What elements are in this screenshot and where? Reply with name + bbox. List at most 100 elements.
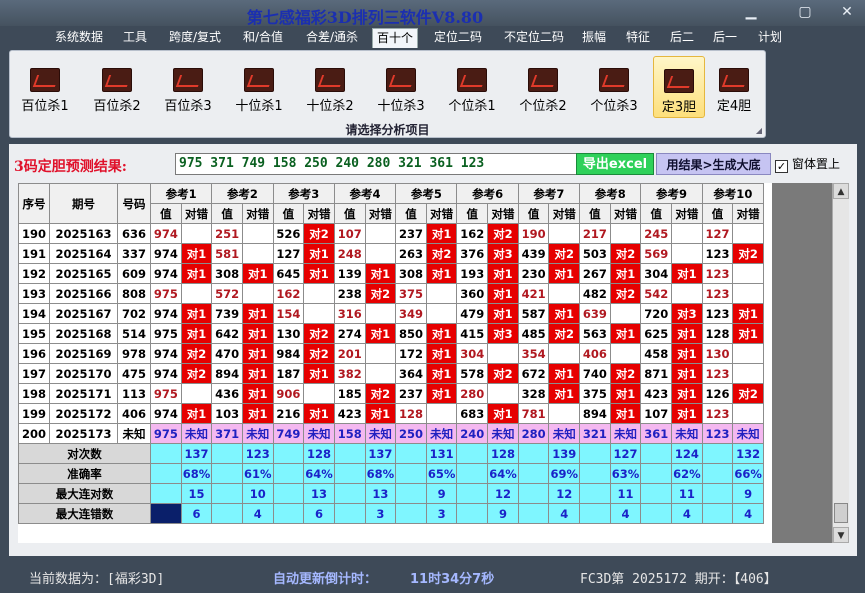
pending-result[interactable]: 未知 bbox=[732, 423, 764, 444]
cell-result[interactable] bbox=[364, 303, 397, 324]
stats-value[interactable]: 139 bbox=[548, 443, 581, 464]
pending-value[interactable]: 280 bbox=[517, 423, 550, 444]
cell-value[interactable]: 245 bbox=[640, 223, 673, 244]
pending-value[interactable]: 361 bbox=[640, 423, 673, 444]
cell-result[interactable]: 对1 bbox=[180, 243, 213, 264]
minimize-button[interactable]: ▁ bbox=[738, 3, 764, 21]
cell-value[interactable]: 984 bbox=[272, 343, 305, 364]
cell-result[interactable]: 对1 bbox=[671, 383, 703, 404]
stats-spacer[interactable] bbox=[517, 503, 550, 524]
stats-value[interactable]: 12 bbox=[487, 483, 519, 504]
pending-value[interactable]: 158 bbox=[333, 423, 366, 444]
cell-value[interactable]: 974 bbox=[150, 363, 182, 384]
cell-value[interactable]: 107 bbox=[333, 223, 366, 244]
ribbon-button-7[interactable]: 个位杀2 bbox=[511, 56, 575, 118]
cell-value[interactable]: 154 bbox=[272, 303, 305, 324]
cell-value[interactable]: 237 bbox=[395, 383, 427, 404]
cell-value[interactable]: 201 bbox=[333, 343, 366, 364]
cell-result[interactable]: 对2 bbox=[487, 363, 519, 384]
col-header-group[interactable]: 参考9 bbox=[640, 183, 703, 204]
row-index[interactable]: 200 bbox=[18, 423, 50, 444]
cell-result[interactable] bbox=[732, 363, 764, 384]
cell-value[interactable]: 639 bbox=[579, 303, 611, 324]
cell-value[interactable]: 421 bbox=[517, 283, 550, 304]
cell-value[interactable]: 304 bbox=[456, 343, 489, 364]
cell-result[interactable]: 对2 bbox=[364, 283, 397, 304]
stats-spacer[interactable] bbox=[517, 443, 550, 464]
cell-result[interactable]: 对2 bbox=[609, 363, 642, 384]
menu-item-5[interactable]: 百十个 bbox=[372, 28, 418, 48]
subheader-result[interactable]: 对错 bbox=[487, 203, 519, 224]
cell-value[interactable]: 526 bbox=[272, 223, 305, 244]
subheader-value[interactable]: 值 bbox=[456, 203, 489, 224]
stats-spacer[interactable] bbox=[333, 483, 366, 504]
row-number[interactable]: 未知 bbox=[117, 423, 151, 444]
stats-spacer[interactable] bbox=[272, 463, 305, 484]
pending-value[interactable]: 250 bbox=[395, 423, 427, 444]
vertical-scrollbar[interactable]: ▲ ▼ bbox=[832, 183, 849, 543]
cell-result[interactable]: 对1 bbox=[180, 323, 213, 344]
stats-spacer[interactable] bbox=[579, 463, 611, 484]
cell-result[interactable] bbox=[732, 283, 764, 304]
cell-value[interactable]: 974 bbox=[150, 403, 182, 424]
pending-result[interactable]: 未知 bbox=[548, 423, 581, 444]
cell-value[interactable]: 587 bbox=[517, 303, 550, 324]
stats-row[interactable]: 最大连对数 15 10 13 13 9 12 12 11 11 9 bbox=[18, 483, 764, 504]
data-grid[interactable]: 序号 期号 号码 参考1 参考2 参考3 参考4 参考5 参考6 参考7 参考8 参考9 参考10 值对错… bbox=[18, 183, 833, 543]
cell-result[interactable] bbox=[671, 283, 703, 304]
stats-spacer[interactable] bbox=[640, 463, 673, 484]
cell-result[interactable]: 对2 bbox=[732, 383, 764, 404]
cell-value[interactable]: 237 bbox=[395, 223, 427, 244]
cell-result[interactable]: 对1 bbox=[364, 323, 397, 344]
row-period[interactable]: 2025163 bbox=[49, 223, 118, 244]
row-number[interactable]: 702 bbox=[117, 303, 151, 324]
subheader-value[interactable]: 值 bbox=[517, 203, 550, 224]
cell-result[interactable]: 对2 bbox=[303, 223, 335, 244]
stats-value[interactable]: 9 bbox=[487, 503, 519, 524]
cell-result[interactable] bbox=[180, 223, 213, 244]
menu-item-4[interactable]: 合差/通杀 bbox=[298, 28, 366, 48]
row-period[interactable]: 2025173 bbox=[49, 423, 118, 444]
stats-spacer[interactable] bbox=[395, 443, 427, 464]
cell-result[interactable]: 对1 bbox=[671, 263, 703, 284]
cell-value[interactable]: 123 bbox=[701, 243, 734, 264]
stats-spacer[interactable] bbox=[701, 443, 734, 464]
row-period[interactable]: 2025166 bbox=[49, 283, 118, 304]
row-index[interactable]: 192 bbox=[18, 263, 50, 284]
cell-result[interactable]: 对3 bbox=[671, 303, 703, 324]
cell-value[interactable]: 304 bbox=[640, 263, 673, 284]
cell-result[interactable]: 对1 bbox=[671, 343, 703, 364]
cell-value[interactable]: 479 bbox=[456, 303, 489, 324]
cell-value[interactable]: 871 bbox=[640, 363, 673, 384]
stats-spacer[interactable] bbox=[456, 503, 489, 524]
cell-value[interactable]: 850 bbox=[395, 323, 427, 344]
cell-value[interactable]: 974 bbox=[150, 243, 182, 264]
pending-value[interactable]: 321 bbox=[579, 423, 611, 444]
cell-result[interactable]: 对1 bbox=[487, 403, 519, 424]
row-index[interactable]: 191 bbox=[18, 243, 50, 264]
cell-result[interactable] bbox=[548, 343, 581, 364]
cell-value[interactable]: 740 bbox=[579, 363, 611, 384]
pending-value[interactable]: 123 bbox=[701, 423, 734, 444]
cell-result[interactable]: 对1 bbox=[609, 403, 642, 424]
stats-spacer[interactable] bbox=[211, 443, 243, 464]
cell-result[interactable]: 对1 bbox=[548, 363, 581, 384]
row-index[interactable]: 194 bbox=[18, 303, 50, 324]
row-index[interactable]: 197 bbox=[18, 363, 50, 384]
cell-result[interactable]: 对1 bbox=[303, 263, 335, 284]
ribbon-button-9[interactable]: 定3胆 bbox=[653, 56, 705, 118]
stats-spacer[interactable] bbox=[211, 503, 243, 524]
ribbon-button-6[interactable]: 个位杀1 bbox=[440, 56, 504, 118]
cell-result[interactable] bbox=[732, 403, 764, 424]
cell-value[interactable]: 581 bbox=[211, 243, 243, 264]
cell-value[interactable]: 360 bbox=[456, 283, 489, 304]
cell-value[interactable]: 415 bbox=[456, 323, 489, 344]
cell-result[interactable] bbox=[671, 243, 703, 264]
cell-result[interactable] bbox=[303, 283, 335, 304]
stats-spacer[interactable] bbox=[701, 483, 734, 504]
cell-result[interactable]: 对1 bbox=[671, 363, 703, 384]
col-header-period[interactable]: 期号 bbox=[49, 183, 118, 224]
cell-value[interactable]: 974 bbox=[150, 263, 182, 284]
stats-value[interactable]: 124 bbox=[671, 443, 703, 464]
cell-result[interactable] bbox=[548, 403, 581, 424]
